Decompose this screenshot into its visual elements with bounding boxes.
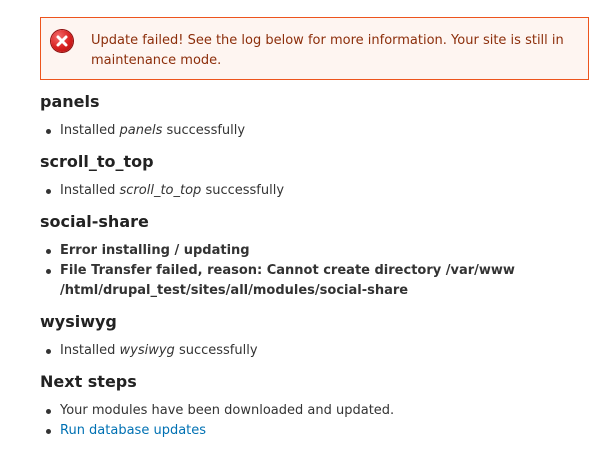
run-database-updates-link[interactable]: Run database updates [60,423,206,438]
module-heading-social-share: social-share [40,212,149,231]
module-heading-wysiwyg: wysiwyg [40,312,117,331]
next-steps-list: Your modules have been downloaded and up… [40,401,580,441]
list-item: Installed panels successfully [40,121,580,141]
error-x-icon [51,30,73,52]
module-results-scroll-to-top: Installed scroll_to_top successfully [40,181,580,201]
error-message: Update failed! See the log below for mor… [40,17,589,80]
module-heading-panels: panels [40,92,100,111]
module-results-social-share: Error installing / updating File Transfe… [40,241,580,301]
error-message-text: Update failed! See the log below for mor… [91,33,564,68]
list-item: Installed scroll_to_top successfully [40,181,580,201]
list-item: Run database updates [40,421,580,441]
list-item: Your modules have been downloaded and up… [40,401,580,421]
next-steps-heading: Next steps [40,372,137,391]
list-item: Installed wysiwyg successfully [40,341,580,361]
module-results-panels: Installed panels successfully [40,121,580,141]
update-report-page: Update failed! See the log below for mor… [0,0,605,455]
error-list-item: Error installing / updating [40,241,580,261]
error-list-item: File Transfer failed, reason: Cannot cre… [40,261,530,301]
module-heading-scroll-to-top: scroll_to_top [40,152,154,171]
module-results-wysiwyg: Installed wysiwyg successfully [40,341,580,361]
